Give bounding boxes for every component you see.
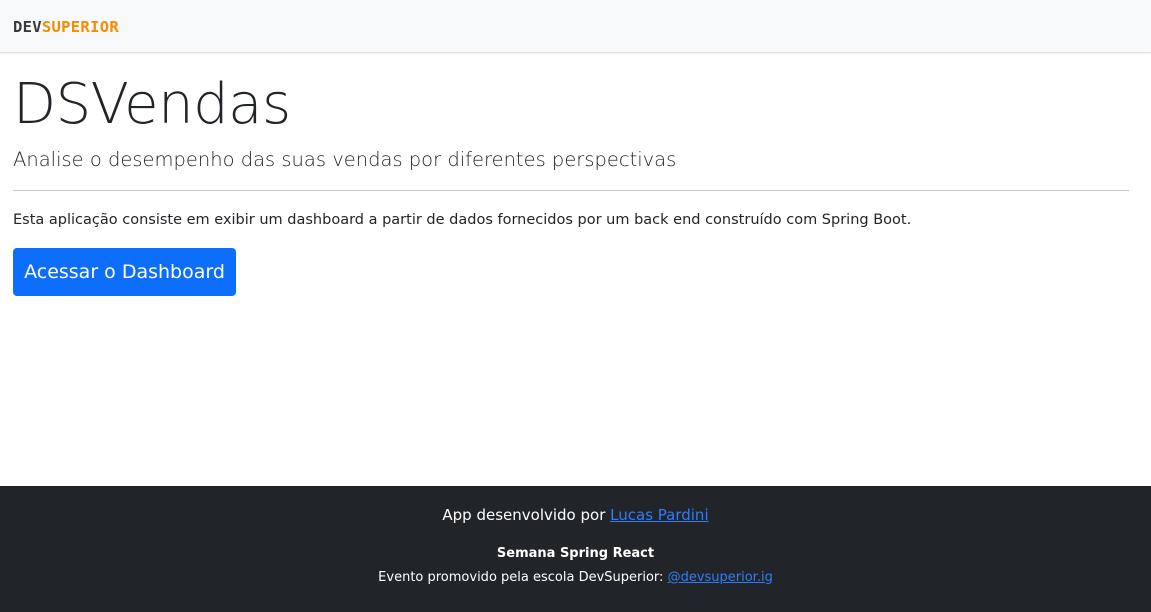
footer-event-title: Semana Spring React xyxy=(496,546,655,561)
divider xyxy=(13,190,1129,191)
author-link[interactable]: Lucas Pardini xyxy=(610,506,708,524)
logo-dev-text: DEV xyxy=(13,18,42,36)
footer-credits: App desenvolvido por Lucas Pardini xyxy=(0,504,1151,526)
instagram-link[interactable]: @devsuperior.ig xyxy=(668,570,773,585)
page-title: DSVendas xyxy=(13,72,291,137)
devsuperior-logo[interactable]: DEV SUPERIOR xyxy=(13,16,119,38)
footer: App desenvolvido por Lucas Pardini Seman… xyxy=(0,486,1151,612)
footer-event-info: Evento promovido pela escola DevSuperior… xyxy=(0,569,1151,587)
top-navbar: DEV SUPERIOR xyxy=(0,0,1151,53)
access-dashboard-button[interactable]: Acessar o Dashboard xyxy=(13,248,236,296)
footer-event-label: Evento promovido pela escola DevSuperior… xyxy=(378,570,664,585)
logo-superior-text: SUPERIOR xyxy=(41,18,119,36)
page-lead: Analise o desempenho das suas vendas por… xyxy=(13,148,677,171)
page-description: Esta aplicação consiste em exibir um das… xyxy=(13,212,912,228)
footer-credits-label: App desenvolvido por xyxy=(442,506,606,524)
